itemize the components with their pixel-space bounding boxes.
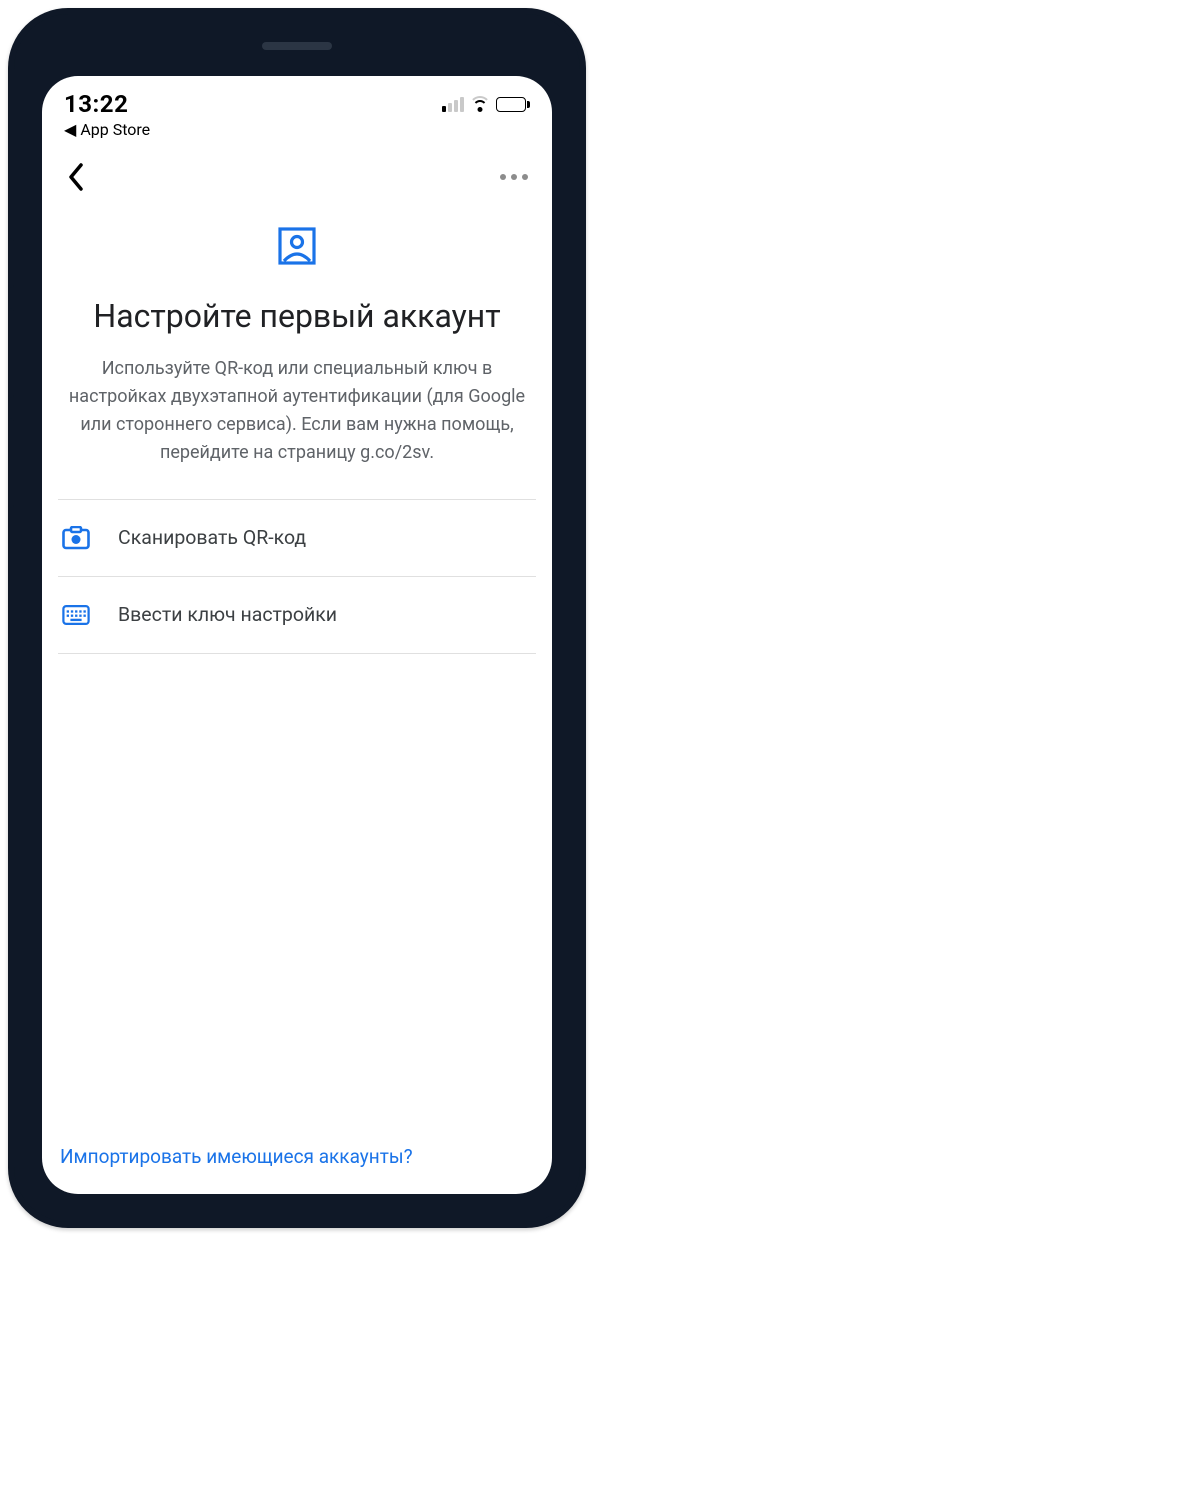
wifi-icon <box>470 96 490 112</box>
account-hero-icon <box>278 227 316 269</box>
back-to-appstore-link[interactable]: ◀ App Store <box>64 120 530 139</box>
status-time: 13:22 <box>64 90 128 118</box>
import-accounts-link[interactable]: Импортировать имеющиеся аккаунты? <box>60 1145 534 1168</box>
status-icons <box>442 96 531 112</box>
enter-key-row[interactable]: Ввести ключ настройки <box>58 577 536 654</box>
back-to-appstore-label: App Store <box>80 120 150 139</box>
back-triangle-icon: ◀ <box>64 120 76 139</box>
scan-qr-row[interactable]: Сканировать QR-код <box>58 500 536 577</box>
page-title: Настройте первый аккаунт <box>58 297 536 335</box>
chevron-left-icon <box>67 163 85 191</box>
power-button <box>580 318 586 438</box>
footer: Импортировать имеющиеся аккаунты? <box>42 1145 552 1194</box>
app-navbar <box>42 143 552 203</box>
screen: 13:22 ◀ App Store <box>42 76 552 1194</box>
battery-icon <box>496 97 531 112</box>
keyboard-icon <box>62 603 90 627</box>
main-content: Настройте первый аккаунт Используйте QR-… <box>42 203 552 1145</box>
back-button[interactable] <box>60 161 92 193</box>
camera-icon <box>62 526 90 550</box>
phone-frame: 13:22 ◀ App Store <box>8 8 586 1228</box>
options-list: Сканировать QR-код <box>58 499 536 654</box>
cellular-signal-icon <box>442 97 464 112</box>
page-subtitle: Используйте QR-код или специальный ключ … <box>58 355 536 467</box>
scan-qr-label: Сканировать QR-код <box>118 526 306 549</box>
enter-key-label: Ввести ключ настройки <box>118 603 337 626</box>
more-options-button[interactable] <box>500 174 532 180</box>
speaker-slot <box>262 42 332 50</box>
status-bar: 13:22 ◀ App Store <box>42 76 552 143</box>
